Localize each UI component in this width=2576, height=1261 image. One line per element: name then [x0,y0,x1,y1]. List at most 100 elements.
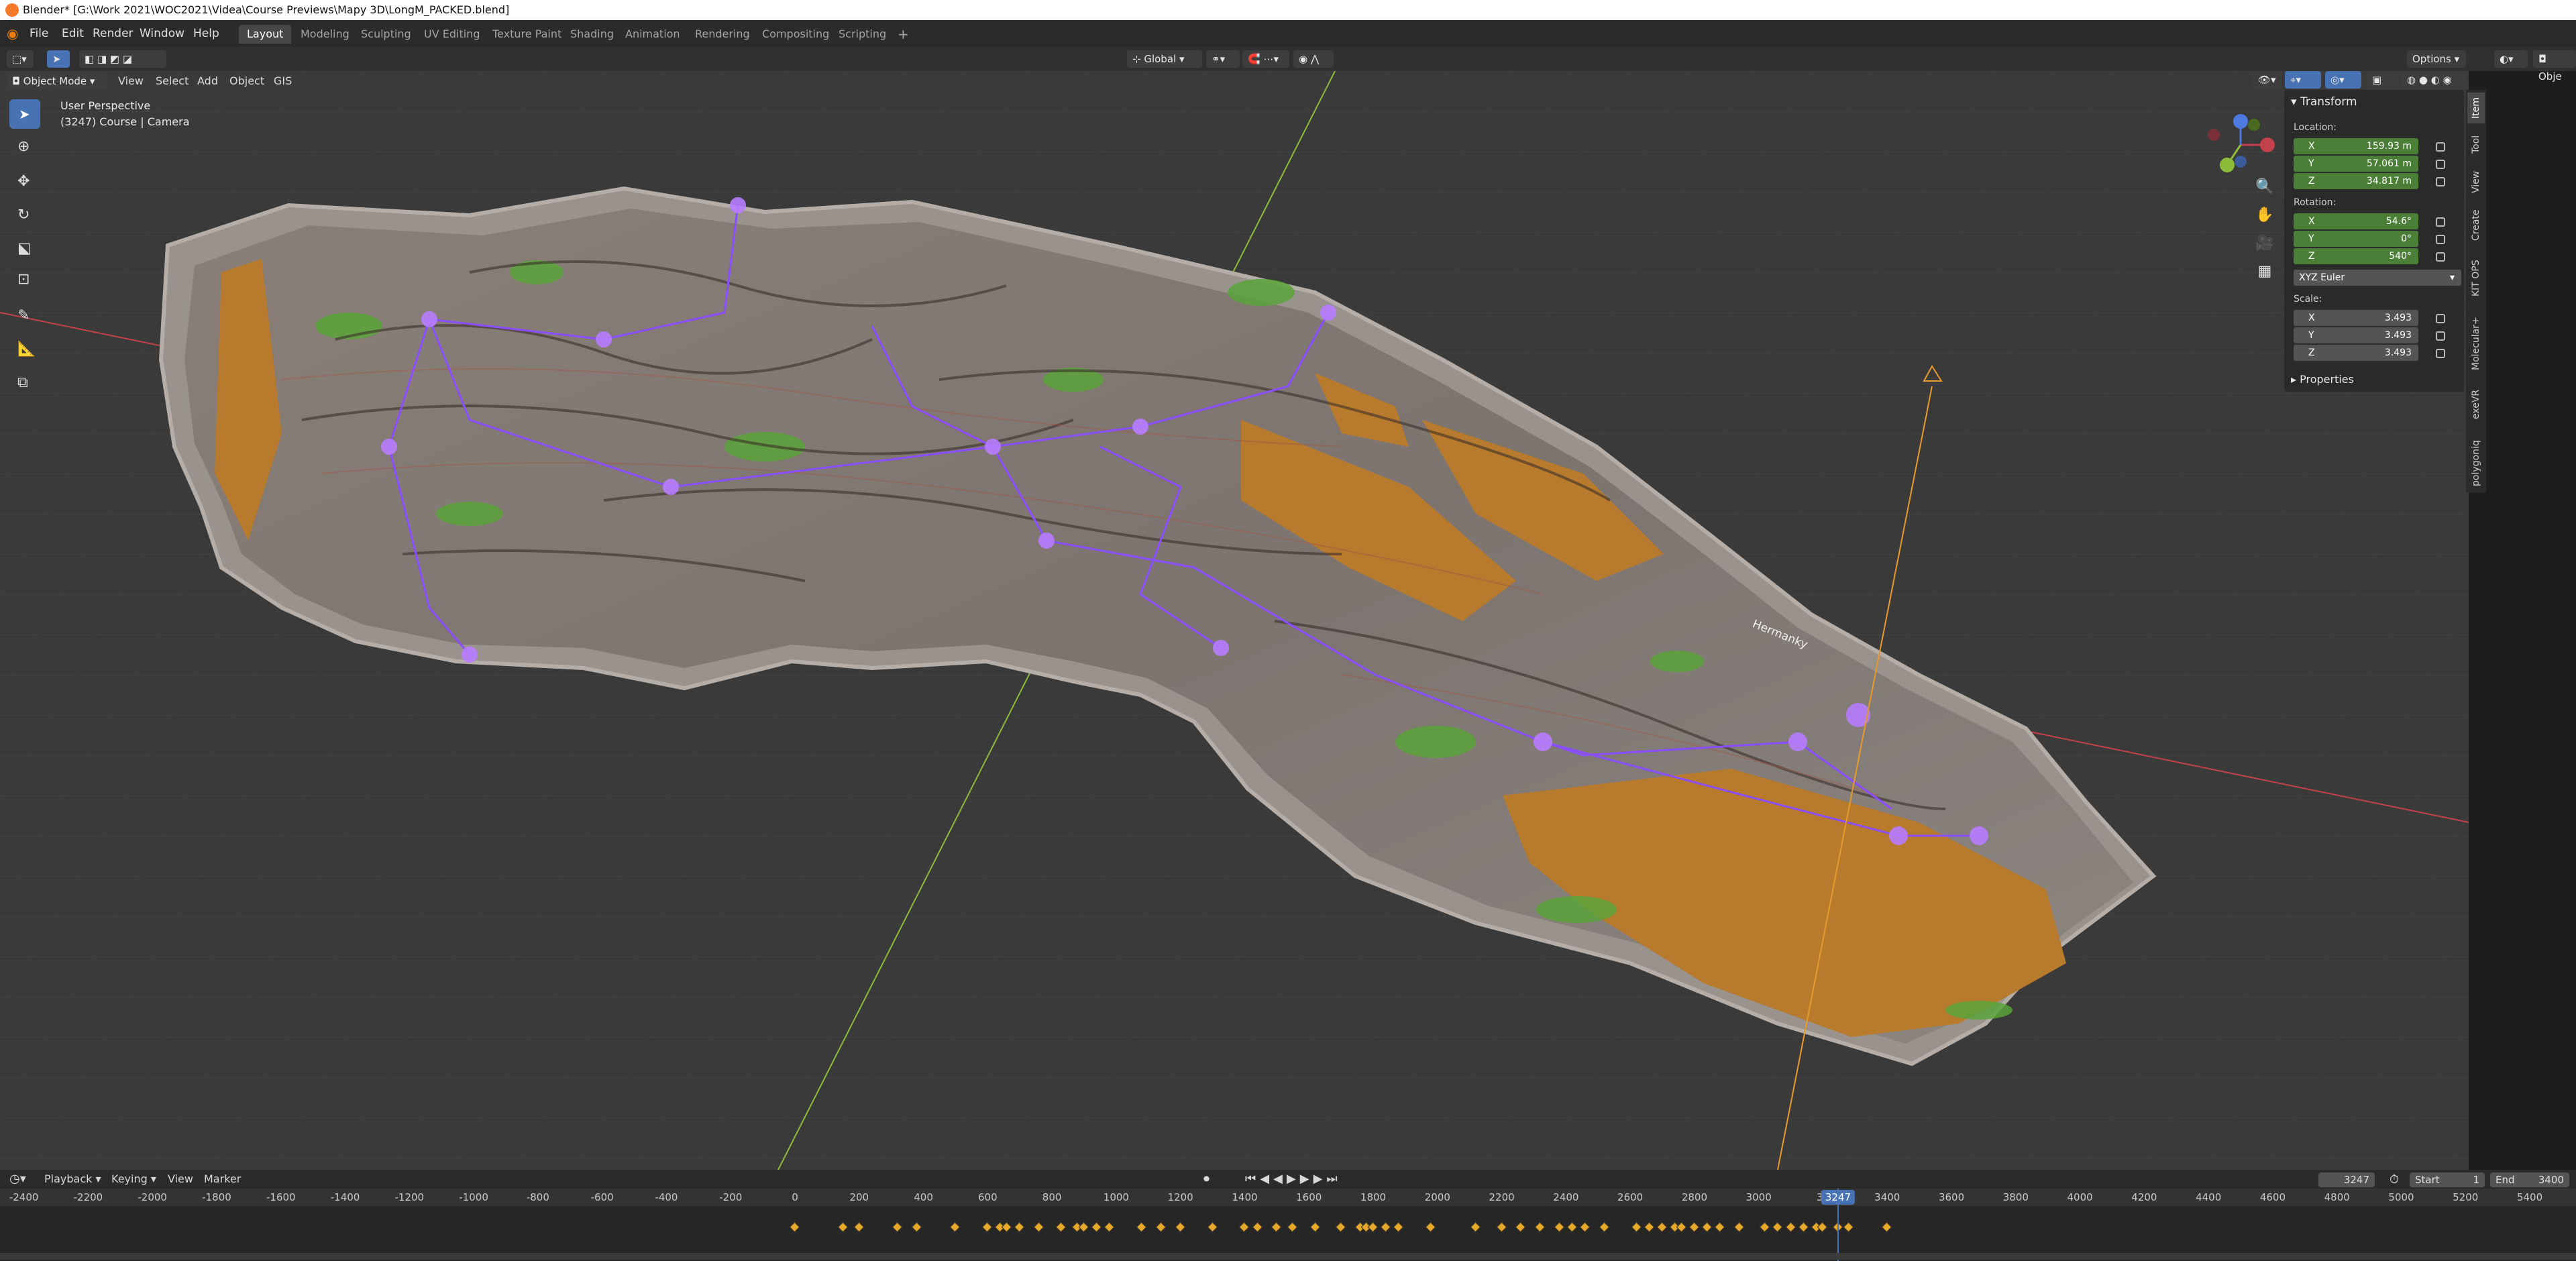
rotation-mode-dropdown[interactable]: XYZ Euler ▾ [2294,270,2461,286]
keyframe-marker[interactable] [1772,1221,1783,1233]
keyframe-marker[interactable] [982,1221,993,1233]
keyframe-marker[interactable] [1566,1221,1578,1233]
options-dropdown[interactable]: Options ▾ [2407,50,2466,68]
keyframe-marker[interactable] [1155,1221,1167,1233]
keyframe-marker[interactable] [1785,1221,1796,1233]
navigation-gizmo[interactable] [2200,105,2281,185]
lock-icon[interactable] [2436,314,2445,323]
select-tool-icon[interactable]: ➤ [47,50,70,68]
frame-ruler[interactable]: -2400 -2200 -2000 -1800 -1600 -1400 -1200 -1000… [0,1189,2576,1206]
timer-icon[interactable]: ◷▾ [9,1170,26,1189]
keyframe-marker[interactable] [1759,1221,1770,1233]
menu-gis[interactable]: GIS [274,72,292,90]
location-y-field[interactable]: Y 57.061 m [2294,156,2418,172]
keyframe-marker[interactable] [1798,1221,1809,1233]
tab-polygoniq[interactable]: polygoniq [2467,432,2485,495]
mode-dropdown[interactable]: ◘ Object Mode ▾ [7,72,107,90]
keyframe-marker[interactable] [1367,1221,1379,1233]
transform-orientation-dropdown[interactable]: ⊹ Global ▾ [1127,50,1202,68]
keyframe-marker[interactable] [1554,1221,1565,1233]
start-frame-field[interactable]: Start 1 [2410,1172,2485,1187]
keyframe-marker[interactable] [1104,1221,1115,1233]
object-dropdown[interactable]: ◘ Obje [2533,50,2576,83]
timeline-scrollbar[interactable] [0,1253,2576,1260]
keyframe-marker[interactable] [1881,1221,1892,1233]
keyframe-marker[interactable] [1631,1221,1642,1233]
keyframe-marker[interactable] [950,1221,961,1233]
editor-type-icon[interactable]: ⬚▾ [7,50,34,68]
keyframe-marker[interactable] [1496,1221,1507,1233]
tab-compositing[interactable]: Compositing [754,25,837,44]
keyframe-marker[interactable] [1733,1221,1745,1233]
tab-uv-editing[interactable]: UV Editing [416,25,488,44]
menu-select[interactable]: Select [156,72,189,90]
keyframe-marker[interactable] [1656,1221,1668,1233]
keyframe-marker[interactable] [1252,1221,1263,1233]
keyframe-marker[interactable] [1136,1221,1147,1233]
keyframe-marker[interactable] [1207,1221,1218,1233]
properties-panel-header[interactable]: ▸ Properties [2291,373,2354,386]
lock-icon[interactable] [2436,349,2445,358]
rotate-tool[interactable]: ↻ [9,201,40,231]
keyframe-marker[interactable] [1091,1221,1102,1233]
annotate-tool[interactable]: ✎ [9,302,40,331]
location-x-field[interactable]: X 159.93 m [2294,138,2418,154]
keyframe-marker[interactable] [1393,1221,1404,1233]
proportional-edit-icon[interactable]: ◉ ⋀ [1293,50,1334,68]
keyframe-marker[interactable] [1579,1221,1591,1233]
keyframe-marker[interactable] [1676,1221,1687,1233]
lock-icon[interactable] [2436,331,2445,341]
keyframe-marker[interactable] [1425,1221,1436,1233]
grid-toggle-icon[interactable]: ▦ [2254,263,2275,284]
menu-view[interactable]: View [118,72,144,90]
keyframe-marker[interactable] [1309,1221,1321,1233]
lock-icon[interactable] [2436,177,2445,186]
menu-keying[interactable]: Keying ▾ [111,1170,156,1189]
menu-edit[interactable]: Edit [62,20,84,47]
keyframe-marker[interactable] [1714,1221,1725,1233]
keyframe-marker[interactable] [1271,1221,1282,1233]
keyframe-marker[interactable] [1175,1221,1185,1233]
scene-icon[interactable]: ◐▾ [2494,50,2528,68]
blender-menu-icon[interactable]: ◉ [7,20,18,47]
keyframe-marker[interactable] [1470,1221,1481,1233]
scale-z-field[interactable]: Z 3.493 [2294,345,2418,361]
3d-viewport[interactable]: User Perspective (3247) Course | Camera … [0,71,2469,1170]
transform-tool[interactable]: ⊡ [9,266,40,295]
keyframe-marker[interactable] [1701,1221,1713,1233]
menu-playback[interactable]: Playback ▾ [44,1170,101,1189]
selection-mode-icons[interactable]: ◧ ◨ ◩ ◪ [79,50,166,68]
keyframe-marker[interactable] [1078,1221,1089,1233]
gizmo-toggle-icon[interactable]: ⌖▾ [2285,71,2321,89]
rotation-x-field[interactable]: X 54.6° [2294,213,2418,229]
menu-help[interactable]: Help [193,20,219,47]
menu-render[interactable]: Render [93,20,133,47]
scale-x-field[interactable]: X 3.493 [2294,310,2418,326]
menu-add[interactable]: Add [197,72,218,90]
rotation-z-field[interactable]: Z 540° [2294,248,2418,264]
shading-mode-icons[interactable]: ◍ ● ◐ ◉ [2402,71,2466,89]
lock-icon[interactable] [2436,160,2445,169]
keyframe-marker[interactable] [1515,1221,1526,1233]
current-frame-field[interactable]: 3247 [2318,1172,2375,1187]
menu-window[interactable]: Window [140,20,184,47]
tab-item[interactable]: Item [2467,93,2485,123]
tab-scripting[interactable]: Scripting [830,25,894,44]
end-frame-field[interactable]: End 3400 [2490,1172,2569,1187]
menu-timeline-view[interactable]: View [168,1170,193,1189]
keyframe-marker[interactable] [789,1221,800,1233]
keyframe-marker[interactable] [1239,1221,1250,1233]
lock-icon[interactable] [2436,235,2445,244]
keyframe-track[interactable] [0,1218,2576,1238]
zoom-icon[interactable]: 🔍 [2254,178,2275,200]
tab-modeling[interactable]: Modeling [292,25,358,44]
tab-rendering[interactable]: Rendering [687,25,758,44]
tab-sculpting[interactable]: Sculpting [353,25,419,44]
keyframe-marker[interactable] [911,1221,922,1233]
visibility-icon[interactable]: 👁▾ [2253,71,2282,89]
keyframe-marker[interactable] [853,1221,865,1233]
menu-marker[interactable]: Marker [204,1170,241,1189]
tab-layout[interactable]: Layout [239,25,292,44]
tab-view[interactable]: View [2467,165,2485,199]
tab-exevr[interactable]: exeVR [2467,382,2485,427]
